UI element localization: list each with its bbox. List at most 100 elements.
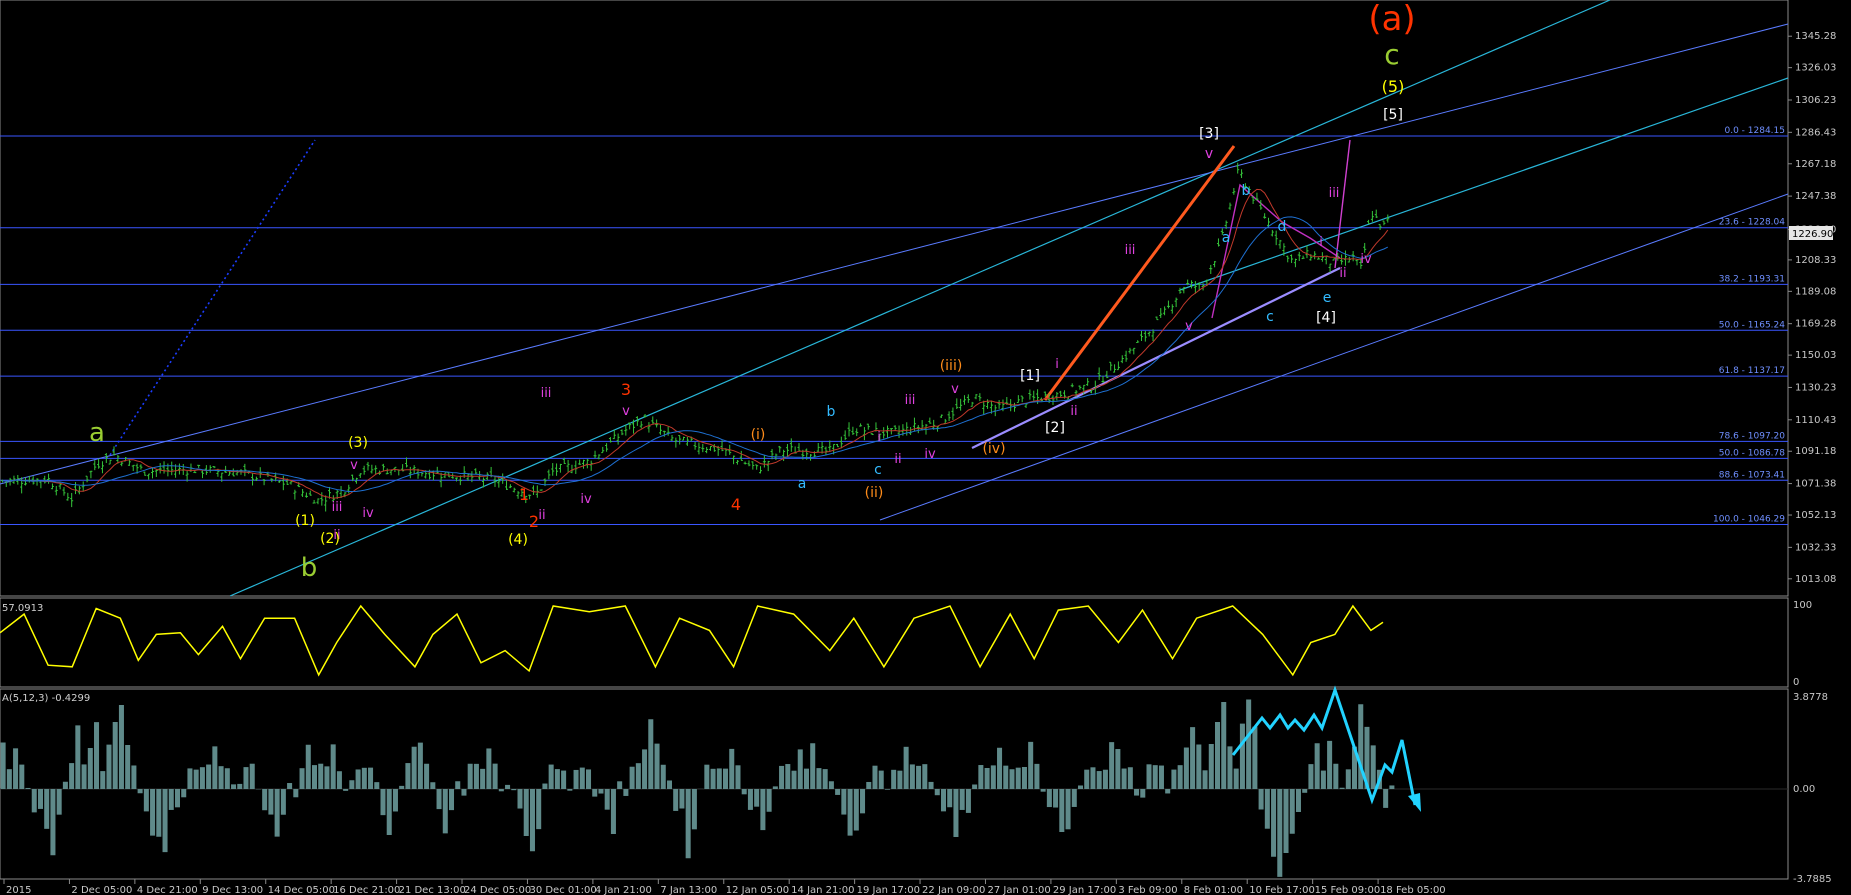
wave-label: (3) <box>348 435 368 451</box>
y-tick-label: 1150.03 <box>1795 350 1836 361</box>
y-tick-label: 1130.23 <box>1795 382 1836 393</box>
fib-level-label: 23.6 - 1228.04 <box>1719 218 1785 228</box>
fib-level-label: 78.6 - 1097.20 <box>1719 431 1785 441</box>
wave-label: (1) <box>295 513 315 529</box>
wave-label: v <box>1205 146 1213 162</box>
wave-label: 2 <box>529 512 539 531</box>
y-tick-label: 1091.18 <box>1795 446 1836 457</box>
wave-label: a <box>798 476 807 492</box>
wave-label: iii <box>905 393 916 408</box>
x-tick-label: 18 Feb 05:00 <box>1380 885 1446 895</box>
wave-label: (i) <box>751 427 766 443</box>
fib-level-label: 88.6 - 1073.41 <box>1719 470 1785 480</box>
x-tick-label: 12 Jan 05:00 <box>726 885 789 895</box>
wave-label: v <box>350 458 358 473</box>
y-tick-label: 1110.43 <box>1795 415 1836 426</box>
x-tick-label: 27 Jan 01:00 <box>987 885 1050 895</box>
wave-label: ii <box>894 452 901 467</box>
time-axis: 2015 2 Dec 05:00 4 Dec 21:00 9 Dec 13:00 14 … <box>3 879 1446 895</box>
wave-label: b <box>827 404 836 420</box>
histogram-scale-bottom: -3.7885 <box>1793 874 1832 885</box>
y-tick-label: 1345.28 <box>1795 31 1836 42</box>
wave-label: i <box>877 430 881 445</box>
x-tick-label: 4 Jan 21:00 <box>595 885 652 895</box>
wave-label: (a) <box>1368 0 1415 39</box>
y-tick-label: 1169.28 <box>1795 319 1836 330</box>
y-tick-label: 1032.33 <box>1795 542 1836 553</box>
wave-label: c <box>1384 38 1399 71</box>
x-tick-label: 7 Jan 13:00 <box>660 885 717 895</box>
wave-label: iii <box>1125 243 1136 258</box>
wave-label: e <box>1323 290 1332 306</box>
wave-label: iii <box>332 500 343 515</box>
x-tick-label: 2015 <box>6 885 31 895</box>
wave-label: (iv) <box>982 441 1005 457</box>
panel-frames <box>0 0 1789 880</box>
y-tick-label: 1071.38 <box>1795 479 1836 490</box>
wave-label: d <box>1278 219 1287 235</box>
y-tick-label: 1013.08 <box>1795 574 1836 585</box>
x-tick-label: 14 Jan 21:00 <box>791 885 854 895</box>
y-tick-label: 1247.38 <box>1795 191 1836 202</box>
oscillator-scale-top: 100 <box>1793 600 1812 611</box>
x-tick-label: 29 Jan 17:00 <box>1053 885 1116 895</box>
wave-label: ii <box>1070 404 1077 419</box>
wave-label: a <box>1222 230 1231 246</box>
wave-label: [5] <box>1383 107 1403 123</box>
wave-label: 3 <box>621 380 631 399</box>
wave-label: iv <box>924 447 936 462</box>
x-tick-label: 14 Dec 05:00 <box>268 885 335 895</box>
wave-label: b <box>301 553 318 583</box>
current-price-value: 1226.90 <box>1792 229 1833 240</box>
oscillator-scale-bottom: 0 <box>1793 677 1799 688</box>
fib-level-label: 50.0 - 1086.78 <box>1719 448 1785 458</box>
wave-label: ii <box>538 508 545 523</box>
y-tick-label: 1306.23 <box>1795 95 1836 106</box>
x-tick-label: 4 Dec 21:00 <box>137 885 198 895</box>
fib-level-label: 38.2 - 1193.31 <box>1719 274 1785 284</box>
wave-label: [2] <box>1045 420 1065 436</box>
current-price-tag: 1226.90 <box>1789 226 1833 240</box>
x-tick-label: 24 Dec 05:00 <box>464 885 531 895</box>
x-tick-label: 10 Feb 17:00 <box>1249 885 1315 895</box>
oscillator-label: 57.0913 <box>2 603 43 614</box>
x-tick-label: 22 Jan 09:00 <box>922 885 985 895</box>
wave-label: (2) <box>320 531 340 547</box>
x-tick-label: 30 Dec 01:00 <box>529 885 596 895</box>
wave-label: [3] <box>1199 126 1219 142</box>
wave-label: ii <box>1339 266 1346 281</box>
x-tick-label: 8 Feb 01:00 <box>1184 885 1243 895</box>
elliott-wave-chart: 0.0 - 1284.15 23.6 - 1228.04 38.2 - 1193.3… <box>0 0 1836 895</box>
y-tick-label: 1326.03 <box>1795 63 1836 74</box>
wave-label: i <box>1055 357 1059 372</box>
y-tick-label: 1189.08 <box>1795 286 1836 297</box>
wave-label: i <box>1319 235 1323 250</box>
histogram-label: A(5,12,3) -0.4299 <box>2 693 90 704</box>
wave-label: (4) <box>508 532 528 548</box>
wave-label: v <box>1185 319 1193 334</box>
price-axis: 1345.28 1326.03 1306.23 1286.43 1267.18 1247.… <box>1788 31 1836 585</box>
wave-label: (5) <box>1382 77 1405 96</box>
wave-label: v <box>622 404 630 419</box>
wave-label: c <box>874 462 882 478</box>
y-tick-label: 1208.33 <box>1795 255 1836 266</box>
wave-label: 4 <box>731 495 741 514</box>
x-tick-label: 21 Dec 13:00 <box>399 885 466 895</box>
wave-label: b <box>1242 183 1251 199</box>
wave-label: iii <box>1329 186 1340 201</box>
fib-level-label: 100.0 - 1046.29 <box>1713 515 1785 525</box>
x-tick-label: 19 Jan 17:00 <box>857 885 920 895</box>
x-tick-label: 9 Dec 13:00 <box>202 885 263 895</box>
histogram-scale-zero: 0.00 <box>1793 784 1815 795</box>
wave-label: iv <box>362 506 374 521</box>
y-tick-label: 1286.43 <box>1795 127 1836 138</box>
wave-label: iii <box>541 386 552 401</box>
wave-label: c <box>1266 309 1274 325</box>
fib-level-label: 0.0 - 1284.15 <box>1725 126 1786 136</box>
wave-label: [4] <box>1316 310 1336 326</box>
x-tick-label: 15 Feb 09:00 <box>1315 885 1381 895</box>
wave-label: v <box>951 382 959 397</box>
x-tick-label: 3 Feb 09:00 <box>1118 885 1177 895</box>
wave-label: [1] <box>1020 368 1040 384</box>
wave-label: iv <box>580 492 592 507</box>
